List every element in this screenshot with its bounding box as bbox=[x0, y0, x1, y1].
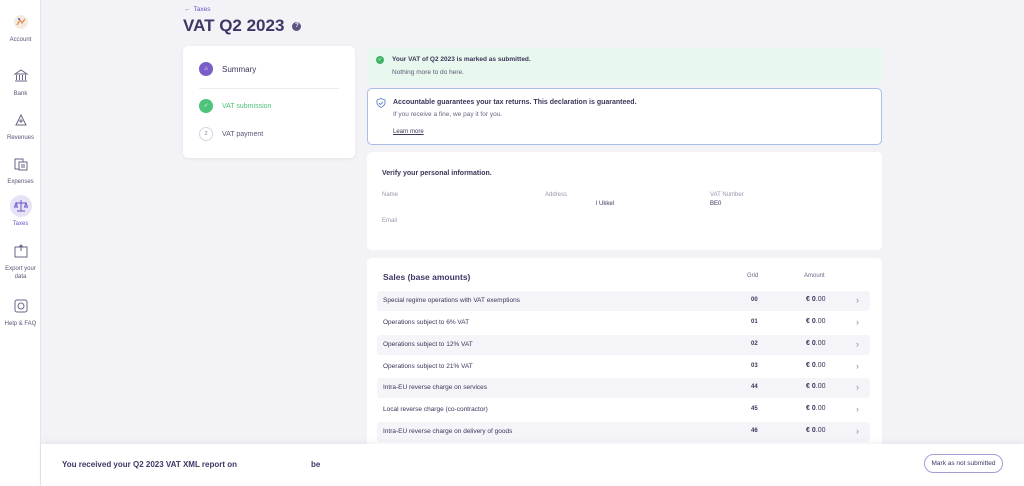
table-row[interactable]: Intra-EU reverse charge on delivery of g… bbox=[377, 422, 870, 442]
row-description: Operations subject to 12% VAT bbox=[383, 341, 473, 348]
chevron-right-icon: › bbox=[856, 339, 859, 349]
row-grid: 00 bbox=[751, 297, 758, 303]
row-description: Operations subject to 6% VAT bbox=[383, 319, 470, 326]
back-link-label: Taxes bbox=[193, 6, 211, 13]
page-title-text: VAT Q2 2023 bbox=[183, 16, 285, 35]
sidebar-item-label: Export your data bbox=[5, 266, 36, 280]
table-row[interactable]: Special regime operations with VAT exemp… bbox=[377, 291, 870, 311]
table-row[interactable]: Local reverse charge (co-contractor) 45 … bbox=[377, 400, 870, 420]
lifebuoy-icon bbox=[10, 295, 32, 317]
chevron-right-icon: › bbox=[856, 295, 859, 305]
steps-card: ⌂ Summary ✓ VAT submission 2 VAT payment bbox=[183, 46, 355, 158]
step-vat-submission[interactable]: ✓ VAT submission bbox=[199, 99, 271, 113]
sidebar-item-label: Taxes bbox=[12, 221, 29, 227]
row-grid: 46 bbox=[751, 428, 758, 434]
row-amount: € 0.00 bbox=[806, 318, 826, 325]
sidebar-item-export[interactable]: Export your data bbox=[0, 240, 41, 281]
step-vat-payment-label: VAT payment bbox=[222, 130, 264, 138]
sidebar-item-account[interactable]: Account bbox=[0, 11, 41, 44]
step-vat-submission-label: VAT submission bbox=[222, 102, 272, 110]
step-summary-label: Summary bbox=[222, 64, 257, 74]
guarantee-notice: Accountable guarantees your tax returns.… bbox=[367, 88, 882, 145]
amount-header: Amount bbox=[804, 273, 825, 279]
success-notice-title: Your VAT of Q2 2023 is marked as submitt… bbox=[392, 56, 531, 63]
personal-info-title: Verify your personal information. bbox=[382, 170, 492, 177]
back-link[interactable]: ← Taxes bbox=[184, 6, 210, 13]
row-amount: € 0.00 bbox=[806, 296, 826, 303]
xml-report-message: You received your Q2 2023 VAT XML report… bbox=[62, 460, 321, 469]
help-icon[interactable]: ? bbox=[292, 21, 302, 31]
chevron-right-icon: › bbox=[856, 382, 859, 392]
row-amount: € 0.00 bbox=[806, 362, 826, 369]
grid-header: Grid bbox=[747, 273, 759, 279]
table-row[interactable]: Operations subject to 12% VAT 02 € 0.00 … bbox=[377, 335, 870, 355]
expenses-icon bbox=[10, 153, 32, 175]
page-title: VAT Q2 2023 ? bbox=[183, 16, 302, 36]
row-grid: 02 bbox=[751, 341, 758, 347]
mark-not-submitted-button[interactable]: Mark as not submitted bbox=[924, 454, 1003, 473]
row-grid: 03 bbox=[751, 363, 758, 369]
sales-card: Sales (base amounts) Grid Amount Special… bbox=[367, 258, 882, 448]
table-row[interactable]: Operations subject to 21% VAT 03 € 0.00 … bbox=[377, 357, 870, 377]
bank-icon bbox=[10, 65, 32, 87]
chevron-right-icon: › bbox=[856, 404, 859, 414]
guarantee-notice-title: Accountable guarantees your tax returns.… bbox=[393, 99, 637, 106]
vat-number-label: VAT Number bbox=[710, 192, 744, 198]
scales-icon bbox=[9, 195, 32, 217]
learn-more-link[interactable]: Learn more bbox=[393, 129, 424, 135]
bottom-bar: You received your Q2 2023 VAT XML report… bbox=[41, 444, 1024, 486]
table-row[interactable]: Intra-EU reverse charge on services 44 €… bbox=[377, 378, 870, 398]
row-grid: 01 bbox=[751, 319, 758, 325]
sidebar-item-bank[interactable]: Bank bbox=[0, 65, 41, 98]
row-description: Special regime operations with VAT exemp… bbox=[383, 297, 520, 304]
row-grid: 45 bbox=[751, 406, 758, 412]
revenues-icon bbox=[10, 109, 32, 131]
row-description: Local reverse charge (co-contractor) bbox=[383, 406, 488, 413]
chevron-right-icon: › bbox=[856, 361, 859, 371]
check-circle-icon: ✓ bbox=[376, 56, 384, 64]
name-label: Name bbox=[382, 192, 399, 198]
row-description: Operations subject to 21% VAT bbox=[383, 363, 473, 370]
account-icon bbox=[10, 11, 32, 33]
sidebar-item-label: Help & FAQ bbox=[4, 321, 37, 327]
sidebar: Account Bank Revenues Expenses Taxes Exp… bbox=[0, 0, 41, 486]
sidebar-item-help[interactable]: Help & FAQ bbox=[0, 295, 41, 328]
sales-title: Sales (base amounts) bbox=[383, 272, 471, 282]
sidebar-item-label: Bank bbox=[13, 91, 28, 97]
success-notice: ✓ Your VAT of Q2 2023 is marked as submi… bbox=[367, 48, 882, 85]
success-notice-subtitle: Nothing more to do here. bbox=[392, 69, 464, 76]
sidebar-item-label: Revenues bbox=[6, 135, 35, 141]
email-label: Email bbox=[382, 218, 398, 224]
export-icon bbox=[10, 240, 32, 262]
row-grid: 44 bbox=[751, 384, 758, 390]
personal-info-card: Verify your personal information. Name A… bbox=[367, 152, 882, 250]
sidebar-item-expenses[interactable]: Expenses bbox=[0, 153, 41, 186]
row-description: Intra-EU reverse charge on services bbox=[383, 384, 488, 391]
row-amount: € 0.00 bbox=[806, 383, 826, 390]
divider bbox=[199, 88, 339, 89]
row-amount: € 0.00 bbox=[806, 340, 826, 347]
guarantee-notice-subtitle: If you receive a fine, we pay it for you… bbox=[393, 111, 503, 118]
table-row[interactable]: Operations subject to 6% VAT 01 € 0.00 › bbox=[377, 313, 870, 333]
row-amount: € 0.00 bbox=[806, 405, 826, 412]
sidebar-item-label: Expenses bbox=[7, 179, 34, 185]
step-summary[interactable]: ⌂ Summary bbox=[199, 62, 256, 76]
shield-check-icon bbox=[376, 98, 386, 108]
row-amount: € 0.00 bbox=[806, 427, 826, 434]
step-vat-payment[interactable]: 2 VAT payment bbox=[199, 127, 263, 141]
chevron-right-icon: › bbox=[856, 317, 859, 327]
chevron-right-icon: › bbox=[856, 426, 859, 436]
arrow-left-icon: ← bbox=[184, 6, 191, 13]
sidebar-item-taxes[interactable]: Taxes bbox=[0, 195, 41, 228]
address-value: l Ukkel bbox=[596, 201, 615, 207]
home-icon: ⌂ bbox=[199, 62, 213, 76]
vat-number-value: BE0 bbox=[710, 201, 722, 207]
step-number: 2 bbox=[199, 127, 213, 141]
address-label: Address bbox=[545, 192, 568, 198]
sidebar-item-label: Account bbox=[9, 37, 32, 43]
check-icon: ✓ bbox=[199, 99, 213, 113]
sidebar-item-revenues[interactable]: Revenues bbox=[0, 109, 41, 142]
row-description: Intra-EU reverse charge on delivery of g… bbox=[383, 428, 513, 435]
